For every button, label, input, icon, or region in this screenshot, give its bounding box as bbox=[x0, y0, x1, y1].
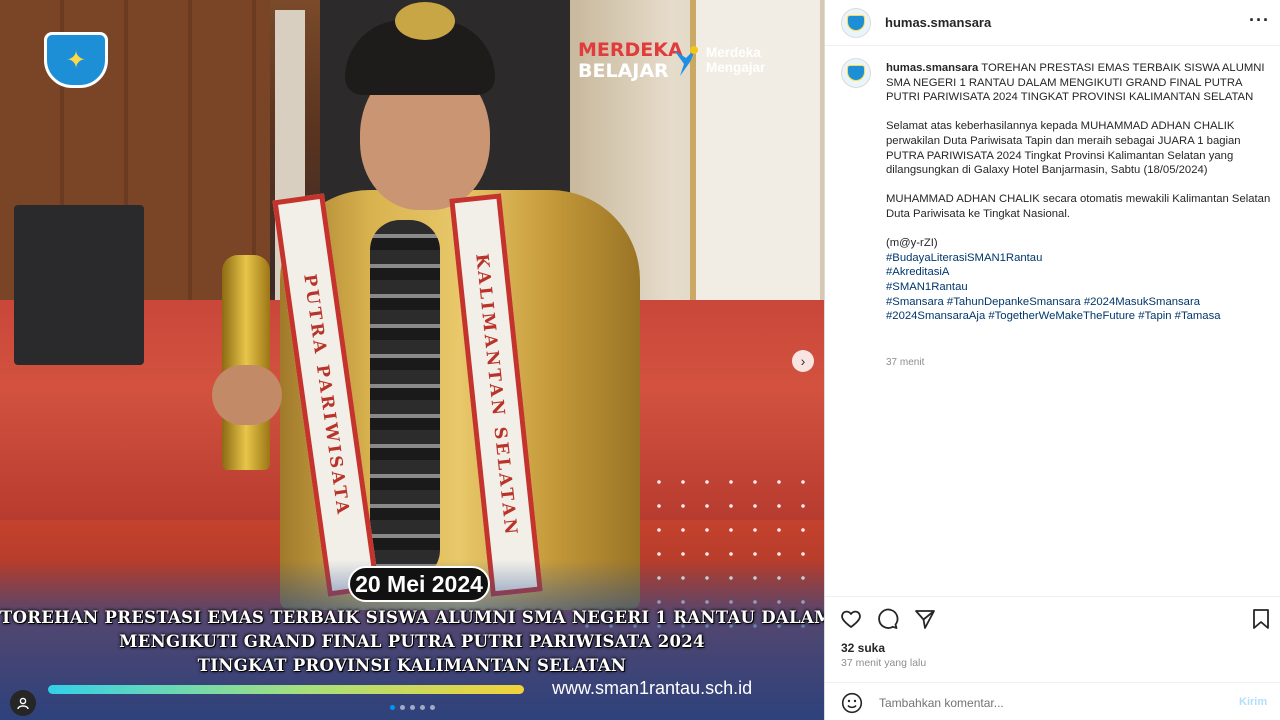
decorative-gradient-bar bbox=[48, 685, 524, 694]
caption-timestamp: 37 menit bbox=[886, 357, 925, 368]
person-hand bbox=[212, 365, 282, 425]
caption-signature: (m@y-rZI) bbox=[886, 237, 938, 250]
carousel-indicators bbox=[390, 705, 435, 710]
like-count[interactable]: 32 suka bbox=[841, 641, 885, 655]
avatar[interactable] bbox=[841, 8, 871, 38]
comment-icon bbox=[878, 608, 899, 629]
caption-avatar[interactable] bbox=[841, 58, 871, 88]
caption-paragraph-1: Selamat atas keberhasilannya kepada MUHA… bbox=[886, 120, 1241, 177]
website-url: www.sman1rantau.sch.id bbox=[552, 678, 753, 698]
hat-ornament bbox=[395, 2, 455, 40]
trophy bbox=[222, 255, 270, 470]
tag-people-button[interactable] bbox=[10, 690, 36, 716]
divider bbox=[825, 596, 1280, 597]
divider bbox=[825, 45, 1280, 46]
post-caption: humas.smansara TOREHAN PRESTASI EMAS TER… bbox=[886, 61, 1271, 324]
hashtag-links[interactable]: #2024SmansaraAja #TogetherWeMakeTheFutur… bbox=[886, 310, 1221, 322]
bookmark-icon bbox=[1253, 609, 1269, 629]
hashtag-link[interactable]: #AkreditasiA bbox=[886, 266, 949, 278]
caption-paragraph-2: MUHAMMAD ADHAN CHALIK secara otomatis me… bbox=[886, 193, 1271, 220]
post-image[interactable]: PUTRA PARIWISATA KALIMANTAN SELATAN ✦ ME… bbox=[0, 0, 824, 720]
speaker-box bbox=[14, 205, 144, 365]
image-caption-line3: TINGKAT PROVINSI KALIMANTAN SELATAN bbox=[197, 656, 627, 675]
more-options-button[interactable]: ··· bbox=[1249, 10, 1270, 31]
merdeka-mengajar-icon bbox=[674, 46, 698, 76]
school-logo-icon bbox=[847, 65, 865, 81]
merdeka-belajar-logo: MERDEKA BELAJAR bbox=[578, 40, 683, 82]
merdeka-belajar-line2: BELAJAR bbox=[578, 60, 669, 82]
divider bbox=[825, 682, 1280, 683]
emoji-button[interactable] bbox=[841, 692, 863, 714]
caption-username[interactable]: humas.smansara bbox=[886, 62, 978, 74]
carousel-next-button[interactable]: › bbox=[792, 350, 814, 372]
hashtag-links[interactable]: #Smansara #TahunDepankeSmansara #2024Mas… bbox=[886, 296, 1200, 308]
carousel-dot bbox=[400, 705, 405, 710]
merdeka-mengajar-line1: Merdeka bbox=[706, 45, 761, 60]
merdeka-mengajar-line2: Mengajar bbox=[706, 60, 766, 75]
user-icon bbox=[17, 697, 29, 710]
post-comment-button[interactable]: Kirim bbox=[1239, 696, 1267, 708]
share-button[interactable] bbox=[913, 607, 939, 633]
school-logo: ✦ bbox=[44, 32, 108, 88]
image-caption-line1: TOREHAN PRESTASI EMAS TERBAIK SISWA ALUM… bbox=[0, 608, 824, 627]
carousel-dot bbox=[430, 705, 435, 710]
merdeka-mengajar-logo: Merdeka Mengajar bbox=[706, 45, 765, 75]
comment-input[interactable] bbox=[877, 692, 1217, 714]
paper-plane-icon bbox=[915, 610, 935, 629]
hashtag-link[interactable]: #SMAN1Rantau bbox=[886, 281, 968, 293]
school-logo-icon bbox=[847, 15, 865, 31]
post-details-panel: humas.smansara ··· humas.smansara TOREHA… bbox=[824, 0, 1280, 720]
header-username[interactable]: humas.smansara bbox=[885, 15, 991, 30]
save-button[interactable] bbox=[1249, 607, 1275, 633]
merdeka-belajar-line1: MERDEKA bbox=[578, 39, 683, 61]
date-badge: 20 Mei 2024 bbox=[348, 566, 490, 602]
batik-pattern bbox=[370, 220, 440, 580]
carousel-dot bbox=[420, 705, 425, 710]
comment-button[interactable] bbox=[875, 607, 901, 633]
more-horizontal-icon: ··· bbox=[1249, 10, 1270, 30]
image-caption-line2: MENGIKUTI GRAND FINAL PUTRA PUTRI PARIWI… bbox=[119, 632, 705, 651]
carousel-dot bbox=[390, 705, 395, 710]
like-button[interactable] bbox=[839, 607, 865, 633]
post-timestamp: 37 menit yang lalu bbox=[841, 657, 927, 669]
carousel-dot bbox=[410, 705, 415, 710]
hashtag-link[interactable]: #BudayaLiterasiSMAN1Rantau bbox=[886, 252, 1042, 264]
chevron-right-icon: › bbox=[800, 353, 806, 369]
smiley-icon bbox=[841, 692, 863, 714]
heart-icon bbox=[841, 610, 861, 628]
